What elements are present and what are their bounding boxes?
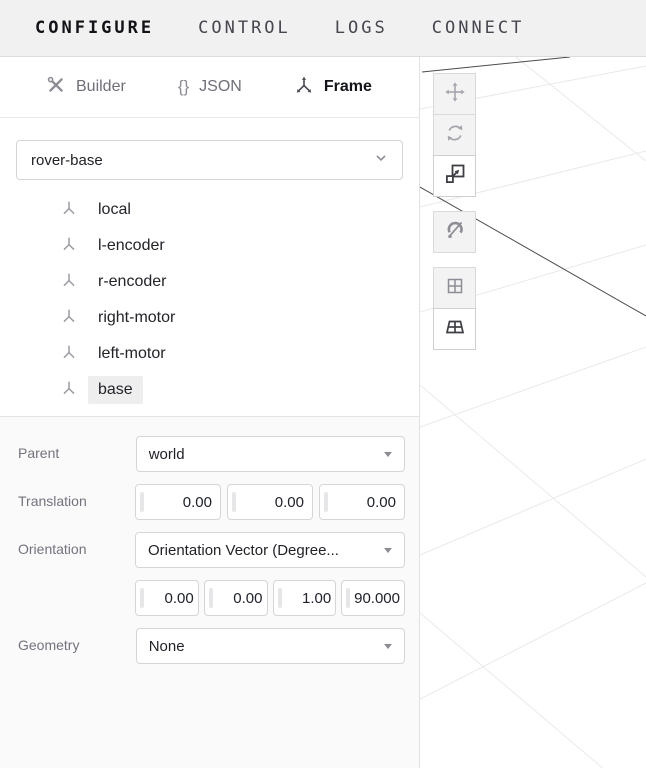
tools-icon	[46, 75, 66, 100]
caret-down-icon	[384, 548, 392, 553]
perspective-grid-button[interactable]	[433, 308, 476, 350]
braces-icon: {}	[178, 77, 189, 97]
orientation-y-field	[204, 580, 268, 616]
tree-item-label: right-motor	[88, 304, 185, 332]
tab-builder-label: Builder	[76, 78, 126, 96]
parent-select-value: world	[149, 446, 185, 463]
tree-item-label: r-encoder	[88, 268, 176, 296]
nav-tab-control[interactable]: CONTROL	[198, 18, 291, 38]
tree-item-l-encoder[interactable]: l-encoder	[0, 228, 419, 264]
snap-rotation-off-button[interactable]	[433, 211, 476, 253]
component-select-value: rover-base	[31, 152, 103, 169]
tree-item-label: l-encoder	[88, 232, 175, 260]
nav-tab-configure[interactable]: CONFIGURE	[35, 18, 154, 38]
tree-item-label: base	[88, 376, 143, 404]
geometry-select[interactable]: None	[136, 628, 405, 664]
caret-down-icon	[384, 452, 392, 457]
parent-select[interactable]: world	[136, 436, 405, 472]
frame-node-icon	[60, 235, 78, 258]
component-select[interactable]: rover-base	[16, 140, 403, 180]
main-area: Builder {} JSON	[0, 57, 646, 768]
orientation-z-field	[273, 580, 337, 616]
orientation-theta-input[interactable]	[342, 581, 404, 615]
snap-group	[433, 211, 476, 253]
geometry-row: Geometry None	[18, 628, 405, 664]
orientation-type-select[interactable]: Orientation Vector (Degree...	[135, 532, 405, 568]
tab-frame-label: Frame	[324, 78, 372, 96]
tab-json-label: JSON	[199, 78, 242, 96]
move-arrows-icon	[444, 81, 466, 108]
frame-axes-icon	[294, 75, 314, 100]
scale-tool-button[interactable]	[433, 155, 476, 197]
config-panel: Builder {} JSON	[0, 57, 420, 768]
orientation-z-input[interactable]	[274, 581, 336, 615]
orientation-type-value: Orientation Vector (Degree...	[148, 542, 339, 559]
orientation-label: Orientation	[18, 532, 135, 628]
rotate-tool-button[interactable]	[433, 114, 476, 156]
grid-group	[433, 267, 476, 350]
orientation-theta-field	[341, 580, 405, 616]
orientation-x-field	[135, 580, 199, 616]
mode-subtabs: Builder {} JSON	[0, 57, 419, 118]
tree-item-local[interactable]: local	[0, 192, 419, 228]
tree-item-right-motor[interactable]: right-motor	[0, 300, 419, 336]
rotate-arrows-icon	[445, 123, 465, 148]
geometry-label: Geometry	[18, 628, 136, 664]
frame-form: Parent world Translation	[0, 416, 419, 768]
frame-tree: local l-encoder r-encoder right-motor le…	[0, 192, 419, 408]
caret-down-icon	[384, 644, 392, 649]
rotation-snap-off-icon	[444, 219, 466, 246]
translation-label: Translation	[18, 484, 135, 520]
nav-tab-logs[interactable]: LOGS	[335, 18, 388, 38]
tree-item-base[interactable]: base	[0, 372, 419, 408]
tab-json[interactable]: {} JSON	[178, 77, 242, 97]
orientation-x-input[interactable]	[136, 581, 198, 615]
translate-tool-button[interactable]	[433, 73, 476, 115]
tree-item-r-encoder[interactable]: r-encoder	[0, 264, 419, 300]
translation-x-field	[135, 484, 221, 520]
tab-builder[interactable]: Builder	[46, 75, 126, 100]
transform-tools-group	[433, 73, 476, 197]
scale-icon	[444, 163, 466, 190]
orientation-y-input[interactable]	[205, 581, 267, 615]
frame-node-icon	[60, 271, 78, 294]
tree-item-left-motor[interactable]: left-motor	[0, 336, 419, 372]
grid-toggle-button[interactable]	[433, 267, 476, 309]
tree-item-label: local	[88, 196, 141, 224]
frame-node-icon	[60, 199, 78, 222]
frame-node-icon	[60, 343, 78, 366]
parent-row: Parent world	[18, 436, 405, 472]
geometry-select-value: None	[149, 638, 185, 655]
translation-x-input[interactable]	[136, 485, 220, 519]
nav-tab-connect[interactable]: CONNECT	[432, 18, 525, 38]
top-nav: CONFIGURE CONTROL LOGS CONNECT	[0, 0, 646, 57]
perspective-grid-icon	[444, 316, 466, 343]
tree-item-label: left-motor	[88, 340, 176, 368]
translation-row: Translation	[18, 484, 405, 520]
orientation-row: Orientation Orientation Vector (Degree..…	[18, 532, 405, 628]
3d-viewport[interactable]	[420, 57, 646, 768]
parent-label: Parent	[18, 436, 136, 472]
tab-frame[interactable]: Frame	[294, 75, 372, 100]
frame-node-icon	[60, 379, 78, 402]
grid-icon	[445, 276, 465, 301]
translation-z-input[interactable]	[320, 485, 404, 519]
translation-z-field	[319, 484, 405, 520]
frame-node-icon	[60, 307, 78, 330]
translation-y-input[interactable]	[228, 485, 312, 519]
viewport-toolbar	[433, 73, 476, 350]
chevron-down-icon	[374, 151, 388, 169]
translation-y-field	[227, 484, 313, 520]
